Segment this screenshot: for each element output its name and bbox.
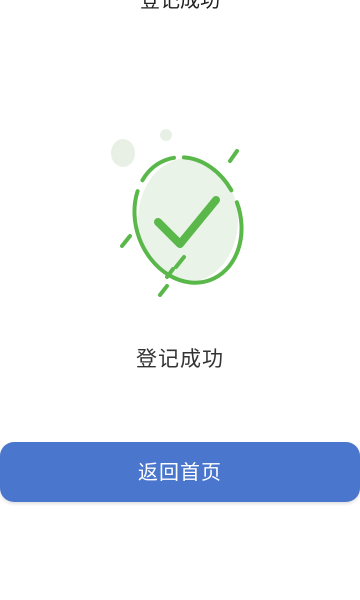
success-illustration bbox=[100, 118, 260, 308]
page-title: 登记成功 bbox=[140, 0, 220, 12]
success-check-icon bbox=[111, 129, 244, 297]
success-screen: 登记成功 登记成功 返回首页 bbox=[0, 0, 360, 600]
result-message: 登记成功 bbox=[136, 347, 224, 371]
return-home-button[interactable]: 返回首页 bbox=[0, 442, 360, 502]
